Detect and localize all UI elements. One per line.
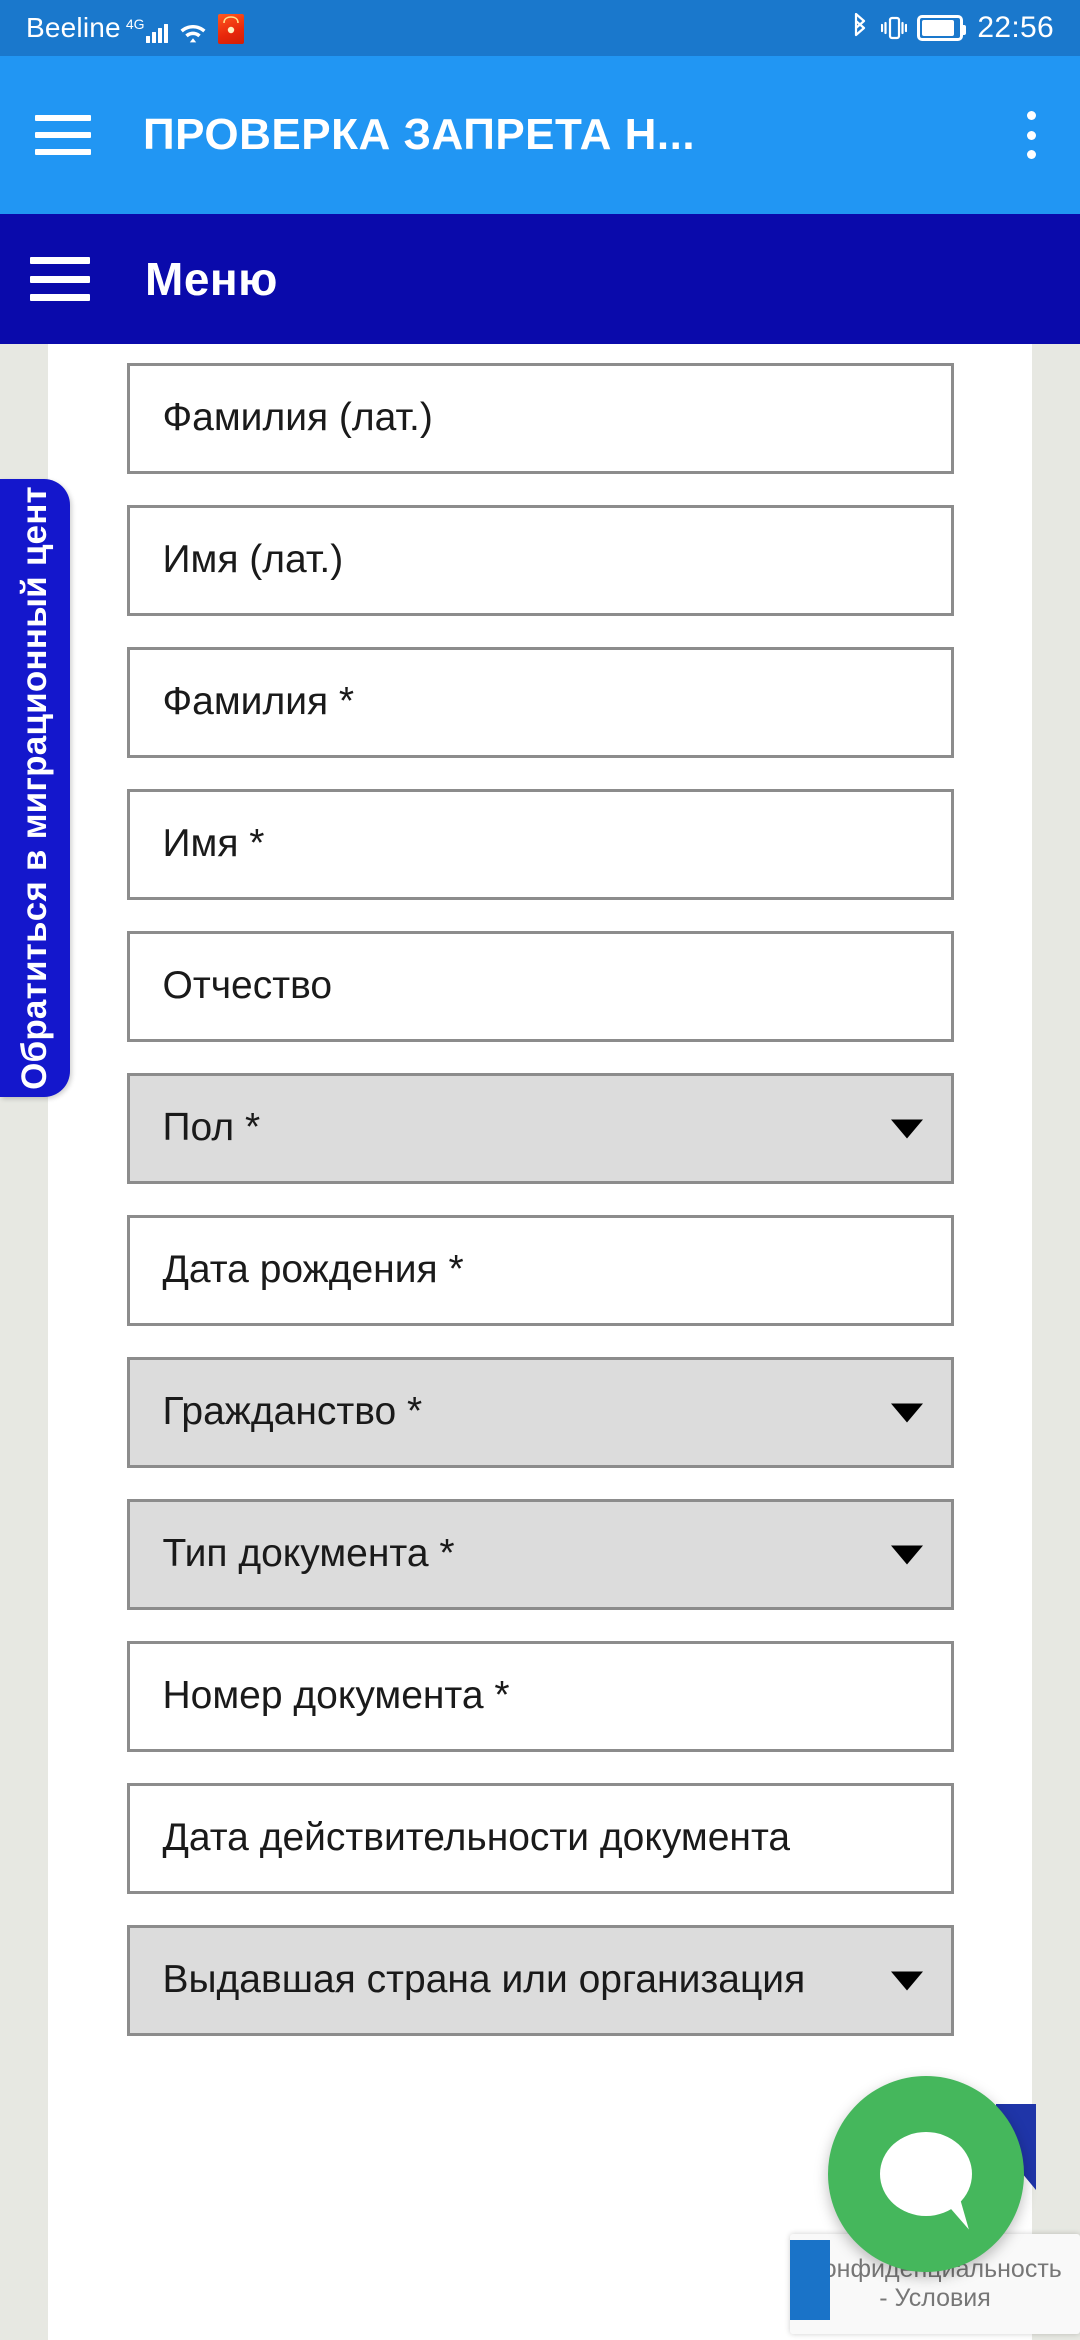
- chat-bubble-icon: [880, 2132, 972, 2216]
- app-notification-icon: [217, 14, 244, 44]
- form-field-label: Номер документа *: [162, 1675, 510, 1718]
- caret-down-icon: [890, 1545, 923, 1564]
- form-field-label: Тип документа *: [162, 1533, 455, 1576]
- page-body: Фамилия (лат.) Имя (лат.) Фамилия * Имя * От…: [0, 344, 1080, 2340]
- bluetooth-icon: [849, 12, 871, 43]
- status-bar-right: 22:56: [849, 11, 1054, 45]
- recaptcha-terms-link[interactable]: - Условия: [879, 2284, 991, 2314]
- form-field-label: Гражданство *: [162, 1391, 423, 1434]
- network-indicator: 4G: [125, 16, 168, 43]
- app-bar: ПРОВЕРКА ЗАПРЕТА Н...: [0, 56, 1080, 214]
- wifi-icon: [179, 21, 207, 45]
- form-field-label: Фамилия (лат.): [162, 397, 433, 440]
- form-input[interactable]: Фамилия (лат.): [126, 363, 954, 474]
- form-input[interactable]: Имя (лат.): [126, 505, 954, 616]
- caret-down-icon: [890, 1119, 923, 1138]
- form-input[interactable]: Дата действительности документа: [126, 1783, 954, 1894]
- recaptcha-logo-icon: [790, 2240, 830, 2320]
- form-field-label: Имя (лат.): [162, 539, 344, 582]
- chat-button[interactable]: [828, 2076, 1024, 2272]
- vibrate-icon: [881, 13, 908, 43]
- form-input[interactable]: Фамилия *: [126, 647, 954, 758]
- carrier-label: Beeline: [26, 12, 121, 43]
- form-input[interactable]: Дата рождения *: [126, 1215, 954, 1326]
- hamburger-icon[interactable]: [30, 257, 90, 301]
- form-field-label: Имя *: [162, 823, 265, 866]
- form-field-label: Дата действительности документа: [162, 1817, 791, 1860]
- menu-label: Меню: [145, 253, 278, 305]
- form-input[interactable]: Номер документа *: [126, 1641, 954, 1752]
- clock-label: 22:56: [977, 11, 1054, 44]
- form-select[interactable]: Выдавшая страна или организация: [126, 1925, 954, 2036]
- migration-center-side-tab[interactable]: Обратиться в миграционный цент: [0, 479, 70, 1097]
- status-bar: Beeline 4G 22:56: [0, 0, 1080, 56]
- caret-down-icon: [890, 1971, 923, 1990]
- kebab-menu-icon[interactable]: [1004, 107, 1058, 163]
- status-bar-left: Beeline 4G: [26, 12, 244, 45]
- form-card: Фамилия (лат.) Имя (лат.) Фамилия * Имя * От…: [48, 344, 1032, 2340]
- form-field-label: Дата рождения *: [162, 1249, 464, 1292]
- registration-form: Фамилия (лат.) Имя (лат.) Фамилия * Имя * От…: [48, 344, 1032, 2067]
- form-select[interactable]: Тип документа *: [126, 1499, 954, 1610]
- form-input[interactable]: Отчество: [126, 931, 954, 1042]
- form-field-label: Отчество: [162, 965, 333, 1008]
- form-input[interactable]: Имя *: [126, 789, 954, 900]
- form-field-label: Фамилия *: [162, 681, 355, 724]
- page-title: ПРОВЕРКА ЗАПРЕТА Н...: [143, 110, 696, 159]
- network-type-label: 4G: [125, 16, 145, 32]
- form-select[interactable]: Гражданство *: [126, 1357, 954, 1468]
- signal-bars-icon: [145, 21, 168, 43]
- side-tab-label: Обратиться в миграционный цент: [15, 486, 54, 1090]
- form-select[interactable]: Пол *: [126, 1073, 954, 1184]
- hamburger-icon[interactable]: [35, 115, 91, 155]
- form-field-label: Пол *: [162, 1107, 261, 1150]
- form-field-label: Выдавшая страна или организация: [162, 1959, 806, 2002]
- caret-down-icon: [890, 1403, 923, 1422]
- site-menu-bar[interactable]: Меню: [0, 214, 1080, 344]
- battery-icon: [917, 15, 967, 41]
